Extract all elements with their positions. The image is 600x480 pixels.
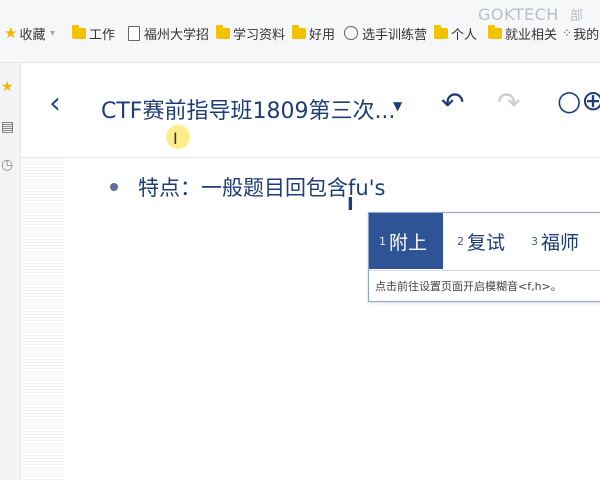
bookmark-label: 好用 [309, 27, 336, 43]
document-content[interactable]: 特点：一般题目回包含fu's I [65, 158, 600, 480]
chevron-down-icon[interactable]: ▾ [50, 28, 55, 39]
text-caret-icon: I [347, 194, 354, 215]
bookmark-work[interactable]: 工作 [72, 24, 116, 43]
bookmark-label: 个人 [451, 27, 478, 43]
candidate-text: 复试 [467, 231, 506, 254]
bookmark-label: 我的 [573, 27, 600, 43]
ime-hint-link[interactable]: 点击前往设置页面开启模糊音<f,h>。 [369, 270, 600, 300]
folder-icon [488, 24, 502, 39]
candidate-text: 福师 [541, 231, 580, 254]
candidate-number: 3 [531, 234, 538, 248]
bullet-icon [110, 183, 118, 191]
bookmarks-bar: ★ 收藏 ▾ 工作 福州大学招 学习资料 好用 选手训练营 个人 就业相关 ⁘ … [0, 0, 600, 63]
bookmark-label: 收藏 [19, 27, 46, 43]
page-icon [128, 25, 140, 41]
notebook-icon[interactable]: ▤ [1, 119, 14, 135]
bookmark-personal[interactable]: 个人 [434, 24, 478, 43]
star-icon: ★ [4, 24, 18, 42]
mouse-cursor-icon: I [173, 129, 178, 148]
mouse-highlight [166, 125, 190, 149]
bookmark-label: 学习资料 [233, 27, 286, 43]
more-options-icon[interactable]: ○⊕ [557, 87, 600, 115]
bookmark-study[interactable]: 学习资料 [216, 24, 286, 43]
bookmark-label: 工作 [89, 27, 116, 43]
ime-candidate-3[interactable]: 3 福师 [531, 213, 579, 269]
back-button[interactable]: ‹ [49, 89, 61, 119]
title-dropdown-icon[interactable]: ▼ [393, 99, 402, 113]
candidate-text: 附上 [389, 231, 428, 254]
candidate-number: 2 [457, 234, 464, 248]
star-icon[interactable]: ★ [1, 79, 14, 95]
left-sidebar: ★ ▤ ◷ [0, 63, 21, 480]
dots-icon: ⁘ [562, 26, 572, 40]
document-toolbar: ‹ CTF赛前指导班1809第三次... ▼ ↶ ↷ ○⊕ I [21, 63, 600, 158]
watermark-extra: 部 [570, 9, 584, 24]
folder-icon [292, 24, 306, 39]
bookmark-camp[interactable]: 选手训练营 [344, 24, 428, 43]
bookmark-mine[interactable]: ⁘ 我的 [562, 24, 600, 43]
document-title[interactable]: CTF赛前指导班1809第三次... [101, 93, 395, 125]
undo-button[interactable]: ↶ [441, 89, 464, 117]
bookmark-favorites[interactable]: ★ 收藏 [4, 24, 46, 43]
bookmark-jobs[interactable]: 就业相关 [488, 24, 558, 43]
candidate-number: 1 [379, 234, 386, 248]
circle-icon [344, 26, 358, 40]
clock-icon[interactable]: ◷ [1, 157, 13, 173]
ime-candidate-popup: 1 附上 2 复试 3 福师 点击前往设置页面开启模糊音<f,h>。 [368, 212, 600, 302]
ime-candidate-1[interactable]: 1 附上 [369, 213, 443, 269]
outline-gutter [22, 158, 64, 480]
bookmark-useful[interactable]: 好用 [292, 24, 336, 43]
folder-icon [72, 24, 86, 39]
redo-button[interactable]: ↷ [497, 89, 520, 117]
bookmark-fzu[interactable]: 福州大学招 [128, 24, 210, 43]
bookmark-label: 福州大学招 [144, 27, 210, 43]
folder-icon [216, 24, 230, 39]
watermark: GOKTECH [478, 5, 559, 24]
bookmark-label: 选手训练营 [362, 27, 428, 43]
folder-icon [434, 24, 448, 39]
bookmark-label: 就业相关 [505, 27, 558, 43]
ime-candidate-2[interactable]: 2 复试 [457, 213, 505, 269]
